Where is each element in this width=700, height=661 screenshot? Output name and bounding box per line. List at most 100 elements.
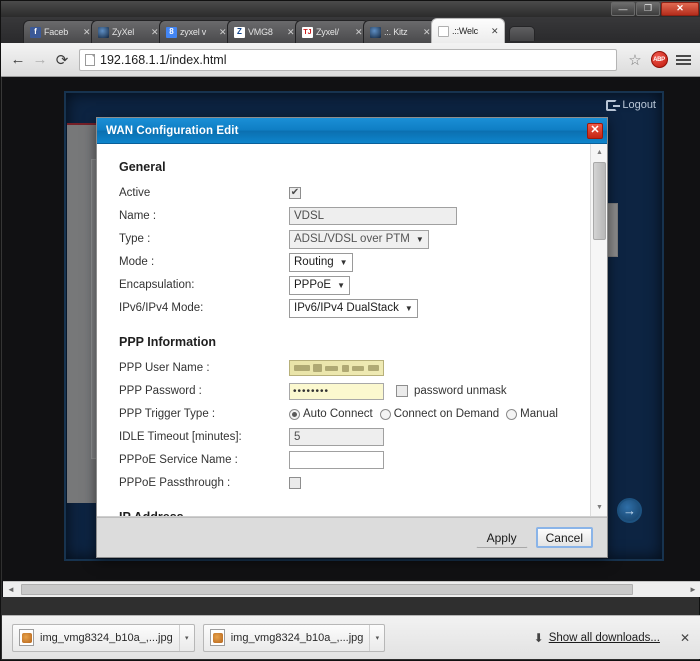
- radio-label: Connect on Demand: [393, 408, 500, 420]
- scroll-left-icon[interactable]: ◄: [3, 582, 19, 597]
- tab-label: .:. Kitz: [384, 27, 408, 37]
- dialog-title: WAN Configuration Edit: [106, 124, 239, 137]
- name-input[interactable]: [289, 207, 457, 225]
- active-checkbox[interactable]: ✔: [289, 187, 301, 199]
- radio-button[interactable]: [506, 408, 518, 420]
- type-select-value: ADSL/VDSL over PTM: [294, 233, 410, 245]
- dialog-close-icon[interactable]: ✕: [587, 122, 603, 139]
- chevron-down-icon: ▼: [404, 303, 413, 313]
- password-unmask-checkbox[interactable]: [396, 385, 408, 397]
- tab-close-icon[interactable]: ✕: [491, 26, 500, 37]
- field-ppp-user-name: PPP User Name :: [119, 357, 590, 379]
- field-pppoe-passthrough: PPPoE Passthrough :: [119, 472, 590, 494]
- ppp-section-heading: PPP Information: [119, 335, 217, 349]
- browser-tab-kitz[interactable]: .:. Kitz ✕: [363, 20, 437, 43]
- ppp-username-input[interactable]: [289, 360, 384, 376]
- radio-label: Manual: [520, 408, 558, 420]
- ip-mode-select[interactable]: IPv6/IPv4 DualStack ▼: [289, 298, 418, 318]
- field-pppoe-service-name: PPPoE Service Name :: [119, 449, 590, 471]
- field-label: PPP Trigger Type :: [119, 408, 216, 420]
- maximize-button[interactable]: ❐: [636, 1, 660, 16]
- chevron-down-icon: ▼: [337, 280, 345, 290]
- radio-option-auto-connect[interactable]: Auto Connect: [289, 408, 373, 420]
- chevron-down-icon[interactable]: ▾: [178, 624, 194, 651]
- browser-tab-zyxel-forum[interactable]: TJ Zyxel/ ✕: [295, 20, 369, 43]
- horizontal-scrollbar-thumb[interactable]: [21, 584, 633, 595]
- tab-strip: f Faceb ✕ ZyXel ✕ 8 zyxel v ✕ Z VMG8 ✕ T…: [1, 17, 700, 43]
- reload-icon[interactable]: ⟳: [51, 49, 73, 71]
- forward-arrow-icon[interactable]: →: [29, 49, 51, 71]
- browser-tab-facebook[interactable]: f Faceb ✕: [23, 20, 97, 43]
- chevron-down-icon[interactable]: ▾: [369, 624, 384, 651]
- field-label: PPPoE Service Name :: [119, 454, 238, 466]
- logout-label[interactable]: Logout: [622, 99, 656, 111]
- show-all-downloads-label: Show all downloads...: [548, 631, 660, 644]
- scroll-right-icon[interactable]: ►: [685, 582, 700, 597]
- dialog-title-bar: WAN Configuration Edit ✕: [97, 118, 607, 144]
- browser-tab-zyxel-search[interactable]: 8 zyxel v ✕: [159, 20, 233, 43]
- arrow-right-icon: →: [623, 503, 636, 518]
- browser-toolbar: ← → ⟳ 192.168.1.1/index.html ☆ ABP: [1, 43, 700, 77]
- field-ppp-trigger-type: PPP Trigger Type : Auto Connect Connect …: [119, 403, 590, 425]
- tab-label: ZyXel: [112, 27, 135, 37]
- radio-label: Auto Connect: [303, 408, 373, 420]
- star-icon[interactable]: ☆: [623, 48, 647, 72]
- cancel-button[interactable]: Cancel: [535, 527, 593, 548]
- mode-select-value: Routing: [294, 256, 334, 268]
- radio-option-manual[interactable]: Manual: [506, 408, 558, 420]
- apply-button[interactable]: Apply: [475, 527, 528, 548]
- pppoe-passthrough-checkbox[interactable]: [289, 477, 301, 489]
- download-arrow-icon: ⬇: [533, 630, 544, 645]
- field-label: Encapsulation:: [119, 279, 195, 291]
- download-item[interactable]: img_vmg8324_b10a_,...jpg ▾: [202, 623, 386, 652]
- page-horizontal-scrollbar[interactable]: ◄ ►: [3, 581, 700, 597]
- encapsulation-select[interactable]: PPPoE ▼: [289, 275, 350, 295]
- redacted-content: [290, 361, 383, 375]
- field-type: Type : ADSL/VDSL over PTM ▼: [119, 228, 590, 250]
- field-active: Active ✔: [119, 182, 590, 204]
- field-ppp-password: PPP Password : •••••••• password unmask: [119, 380, 590, 402]
- radio-button[interactable]: [379, 408, 391, 420]
- adblock-plus-icon[interactable]: ABP: [647, 48, 671, 72]
- field-name: Name :: [119, 205, 590, 227]
- scroll-up-icon[interactable]: ▲: [591, 144, 607, 161]
- dialog-scroll-area: General Active ✔ Name : Type : ADSL/VDSL…: [97, 144, 607, 517]
- pppoe-service-name-input[interactable]: [289, 451, 384, 469]
- new-tab-button[interactable]: [509, 26, 535, 41]
- browser-tab-zyxel[interactable]: ZyXel ✕: [91, 20, 165, 43]
- scroll-down-icon[interactable]: ▼: [591, 499, 607, 516]
- field-encapsulation: Encapsulation: PPPoE ▼: [119, 274, 590, 296]
- next-arrow-button[interactable]: →: [617, 498, 642, 523]
- trigger-type-radio-group: Auto Connect Connect on Demand Manual: [289, 408, 562, 420]
- address-bar[interactable]: 192.168.1.1/index.html: [79, 48, 617, 71]
- mode-select[interactable]: Routing ▼: [289, 252, 353, 272]
- downloads-bar: img_vmg8324_b10a_,...jpg ▾ img_vmg8324_b…: [2, 615, 700, 659]
- show-all-downloads-link[interactable]: ⬇ Show all downloads...: [534, 631, 660, 645]
- ip-mode-select-value: IPv6/IPv4 DualStack: [294, 302, 399, 314]
- browser-tab-welcome[interactable]: .::Welc ✕: [431, 18, 505, 43]
- facebook-icon: f: [30, 26, 41, 38]
- zyxel-z-icon: Z: [234, 26, 245, 38]
- browser-window: — ❐ ✕ f Faceb ✕ ZyXel ✕ 8 zyxel v ✕ Z VM…: [0, 0, 700, 661]
- ppp-password-input[interactable]: ••••••••: [289, 382, 384, 400]
- minimize-button[interactable]: —: [611, 1, 635, 16]
- close-downloads-bar-icon[interactable]: ✕: [680, 631, 690, 645]
- browser-tab-vmg8[interactable]: Z VMG8 ✕: [227, 20, 301, 43]
- field-label: Name :: [119, 210, 157, 222]
- download-item[interactable]: img_vmg8324_b10a_,...jpg ▾: [12, 623, 195, 652]
- back-arrow-icon[interactable]: ←: [7, 49, 29, 71]
- url-text: 192.168.1.1/index.html: [100, 52, 227, 67]
- field-label: PPP User Name :: [119, 362, 210, 374]
- hamburger-menu-icon[interactable]: [671, 48, 695, 72]
- ip-address-section-heading: IP Address: [119, 510, 184, 517]
- close-window-button[interactable]: ✕: [661, 1, 699, 16]
- type-select[interactable]: ADSL/VDSL over PTM ▼: [289, 229, 429, 249]
- idle-timeout-input[interactable]: [289, 428, 384, 446]
- window-controls: — ❐ ✕: [610, 1, 699, 16]
- scrollbar-thumb[interactable]: [593, 162, 606, 240]
- radio-button[interactable]: [289, 408, 300, 420]
- radio-option-connect-on-demand[interactable]: Connect on Demand: [379, 408, 500, 420]
- page-info-icon: [85, 53, 95, 66]
- chevron-down-icon: ▼: [339, 257, 348, 267]
- dialog-vertical-scrollbar[interactable]: ▲ ▼: [590, 144, 607, 516]
